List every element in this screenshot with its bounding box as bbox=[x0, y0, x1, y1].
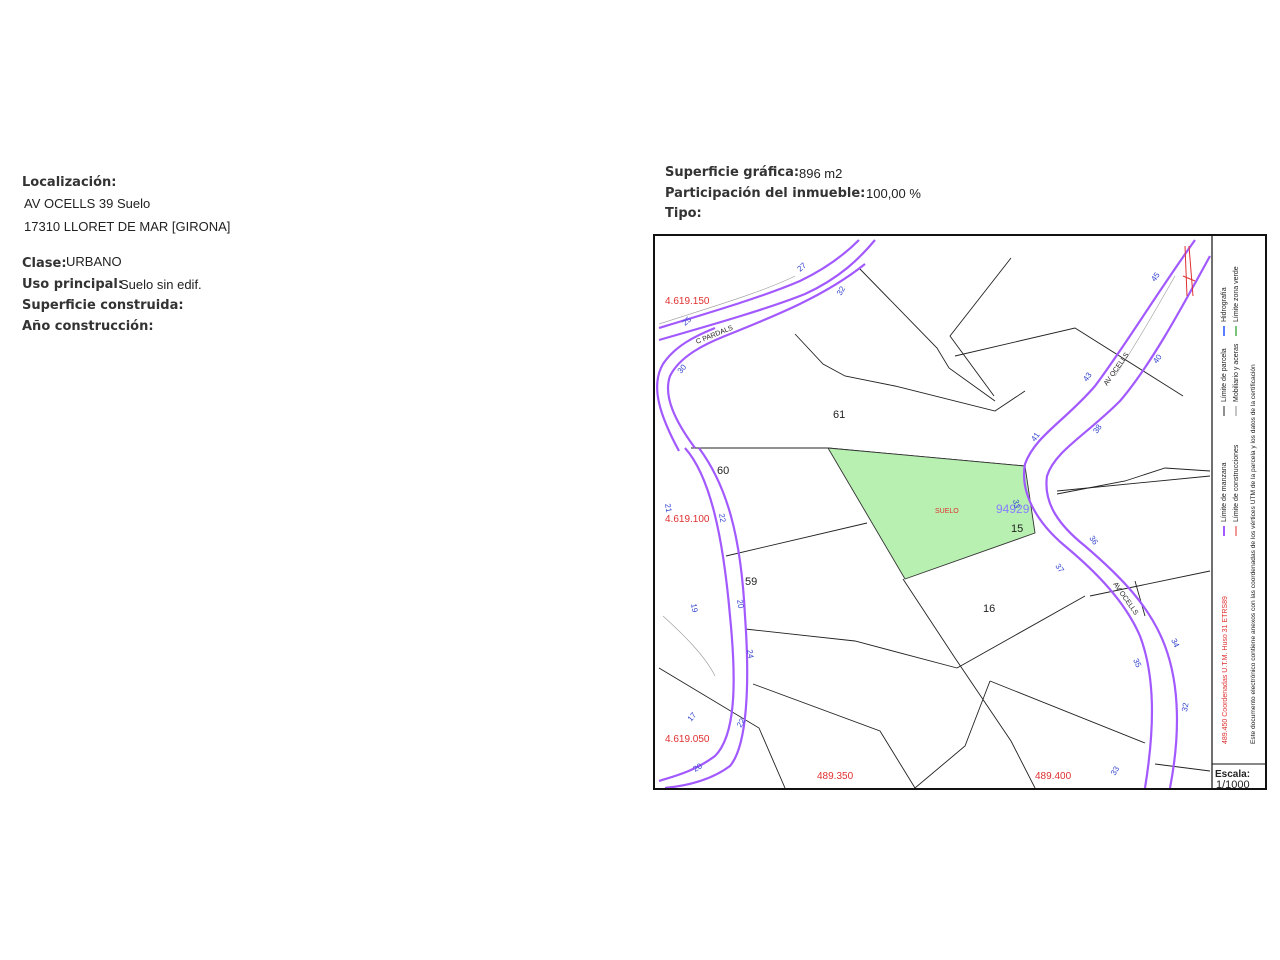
coord-y-bottom: 4.619.050 bbox=[665, 734, 710, 745]
cadastral-map: 4.619.150 4.619.100 4.619.050 489.350 48… bbox=[653, 234, 1267, 790]
parcel-line bbox=[1154, 763, 1211, 772]
legend-item: Mobiliario y aceras bbox=[1233, 343, 1240, 402]
suelo-label: SUELO bbox=[935, 508, 959, 515]
house-number: 33 bbox=[1109, 764, 1122, 777]
parcel-line bbox=[989, 680, 1146, 744]
legend-doc-note: Este documento electrónico contiene anex… bbox=[1250, 364, 1257, 744]
parcel-line bbox=[725, 522, 868, 557]
street-edge bbox=[658, 447, 735, 783]
legend-item: Límite zona verde bbox=[1233, 266, 1240, 322]
legend-item: Hidrografía bbox=[1221, 287, 1228, 322]
coord-x-left: 489.350 bbox=[817, 771, 854, 782]
house-number: 35 bbox=[1131, 657, 1143, 669]
scale-value: 1/1000 bbox=[1216, 779, 1250, 788]
parcel-line bbox=[914, 680, 991, 788]
parcel-number-60: 60 bbox=[717, 465, 729, 477]
clase-label: Clase: bbox=[22, 256, 67, 271]
tipo-label: Tipo: bbox=[665, 206, 702, 221]
parcel-number-61: 61 bbox=[833, 409, 845, 421]
superficie-grafica-value: 896 m2 bbox=[799, 166, 843, 181]
legend-item: Límite de parcela bbox=[1221, 348, 1228, 402]
house-number: 32 bbox=[835, 284, 848, 297]
legend-item: Límite de manzana bbox=[1221, 462, 1228, 522]
address-line-2: 17310 LLORET DE MAR [GIRONA] bbox=[24, 219, 231, 234]
house-number: 34 bbox=[1169, 637, 1181, 649]
house-number: 37 bbox=[1053, 562, 1066, 575]
legend-item: Límite de construcciones bbox=[1233, 444, 1240, 522]
house-number: 24 bbox=[745, 649, 756, 660]
parcel-number-59: 59 bbox=[745, 576, 757, 588]
uso-label: Uso principal: bbox=[22, 277, 124, 292]
anio-construccion-label: Año construcción: bbox=[22, 319, 154, 334]
house-number: 19 bbox=[689, 603, 700, 614]
house-number: 21 bbox=[663, 503, 674, 514]
coord-x-right: 489.400 bbox=[1035, 771, 1072, 782]
parcel-line bbox=[1056, 467, 1211, 495]
clase-value: URBANO bbox=[66, 254, 122, 269]
street-edge bbox=[1023, 239, 1196, 788]
house-number: 36 bbox=[1087, 534, 1100, 547]
parcel-number-15: 15 bbox=[1011, 523, 1023, 535]
legend: Límite de manzana Límite de parcela Hidr… bbox=[1221, 266, 1257, 744]
sidewalk-line bbox=[662, 615, 716, 677]
house-number: 32 bbox=[1180, 701, 1191, 712]
uso-value: Suelo sin edif. bbox=[120, 277, 202, 292]
parcel-line bbox=[1089, 570, 1211, 597]
superficie-grafica-label: Superficie gráfica: bbox=[665, 165, 800, 180]
coord-y-middle: 4.619.100 bbox=[665, 514, 710, 525]
participacion-value: 100,00 % bbox=[866, 186, 921, 201]
legend-coord-note: 489.450 Coordenadas U.T.M. Huso 31 ETRS8… bbox=[1222, 596, 1229, 744]
house-number: 43 bbox=[1081, 370, 1094, 383]
address-line-1: AV OCELLS 39 Suelo bbox=[24, 196, 151, 211]
cadastral-map-drawing: 4.619.150 4.619.100 4.619.050 489.350 48… bbox=[656, 236, 1265, 788]
superficie-construida-label: Superficie construida: bbox=[22, 298, 184, 313]
house-number: 27 bbox=[796, 261, 809, 274]
street-edge bbox=[656, 326, 716, 452]
parcel-number-16: 16 bbox=[983, 603, 995, 615]
house-number: 22 bbox=[717, 513, 728, 524]
parcel-line bbox=[956, 595, 1086, 669]
participacion-label: Participación del inmueble: bbox=[665, 186, 866, 201]
street-edge bbox=[658, 239, 860, 330]
parcel-line bbox=[858, 267, 996, 402]
parcel-line bbox=[794, 333, 1026, 412]
parcel-line bbox=[744, 628, 958, 669]
parcel-line bbox=[658, 667, 786, 788]
house-number: 45 bbox=[1149, 270, 1162, 283]
house-number: 17 bbox=[686, 710, 699, 723]
coord-y-top: 4.619.150 bbox=[665, 296, 710, 307]
localizacion-label: Localización: bbox=[22, 175, 117, 190]
parcel-line bbox=[902, 578, 1036, 788]
